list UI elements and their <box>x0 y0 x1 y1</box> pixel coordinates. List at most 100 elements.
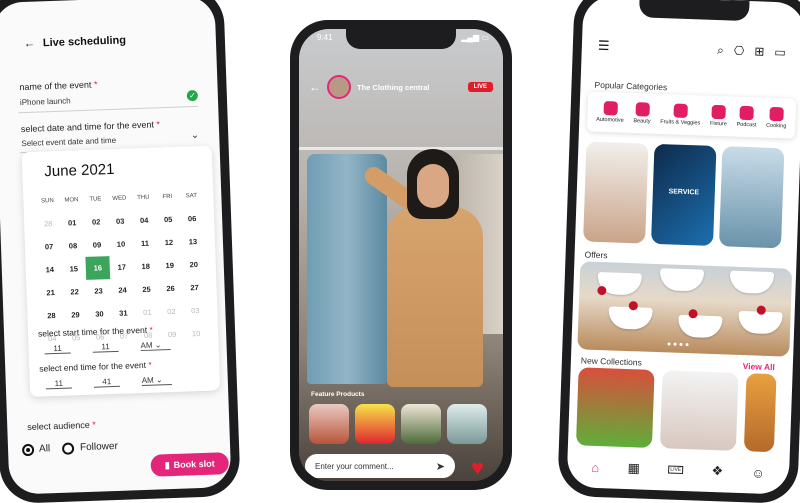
calendar-day[interactable]: 21 <box>38 281 63 305</box>
product-thumb[interactable] <box>447 404 487 444</box>
audience-all-label: All <box>38 443 51 455</box>
gift-icon[interactable]: ⎔ <box>734 43 745 58</box>
calendar-day[interactable]: 31 <box>111 301 136 325</box>
send-icon[interactable]: ➤ <box>436 460 445 473</box>
category-podcast[interactable]: Podcast <box>736 105 757 128</box>
weekday-label: SUN <box>40 197 54 204</box>
category-beauty[interactable]: Beauty <box>633 102 651 125</box>
calendar-day[interactable]: 10 <box>184 322 209 346</box>
live-nav-icon[interactable]: LIVE <box>668 465 684 475</box>
comment-input[interactable]: Enter your comment... ➤ <box>305 454 455 478</box>
weekday-label: WED <box>112 194 127 202</box>
calendar-day[interactable]: 05 <box>156 208 181 232</box>
store-name[interactable]: The Clothing central <box>357 83 462 92</box>
calendar-day[interactable]: 01 <box>135 300 160 324</box>
book-slot-button[interactable]: ▮ Book slot <box>150 452 230 477</box>
calendar-day[interactable]: 09 <box>85 233 110 257</box>
category-label: Fruits & Veggies <box>660 119 701 127</box>
calendar-day[interactable]: 19 <box>157 254 182 278</box>
product-thumb[interactable] <box>309 404 349 444</box>
calendar-day[interactable]: 17 <box>109 255 134 279</box>
category-cooking[interactable]: Cooking <box>766 106 787 129</box>
collections-list <box>575 367 777 453</box>
service-label: SERVICE <box>668 188 700 197</box>
calendar-day[interactable]: 22 <box>62 280 87 304</box>
view-all-link[interactable]: View All <box>743 361 775 372</box>
end-ampm-select[interactable]: AM ⌄ <box>141 375 172 387</box>
calendar-day[interactable]: 26 <box>158 277 183 301</box>
date-select[interactable]: Select event date and time <box>21 136 116 148</box>
calendar-day[interactable]: 02 <box>84 210 109 234</box>
heart-icon[interactable]: ♥ <box>471 457 484 479</box>
calendar-day[interactable]: 04 <box>132 208 157 232</box>
showcase-stage: ← Live scheduling name of the event * iP… <box>0 0 800 503</box>
menu-icon[interactable]: ☰ <box>598 38 610 54</box>
podcast-card[interactable] <box>718 146 785 249</box>
calendar-month: June 2021 <box>44 160 115 181</box>
end-minute-field[interactable]: 41 <box>93 376 120 388</box>
bowl <box>677 314 723 339</box>
beauty-card[interactable] <box>583 141 649 244</box>
gift-icon[interactable]: ❖ <box>711 463 723 479</box>
cart-icon[interactable]: ⊞ <box>754 44 765 59</box>
calendar-day[interactable]: 24 <box>110 278 135 302</box>
category-automotive[interactable]: Automotive <box>596 101 624 124</box>
calendar-day-selected[interactable]: 16 <box>85 256 111 280</box>
calendar-day[interactable]: 27 <box>182 276 207 300</box>
presenter-body <box>387 207 483 387</box>
category-fixture[interactable]: Fixture <box>710 104 728 127</box>
calendar-day[interactable]: 06 <box>180 207 205 231</box>
profile-icon[interactable]: ☺ <box>751 465 765 480</box>
event-name-input[interactable]: iPhone launch <box>20 96 71 107</box>
calendar-day[interactable]: 20 <box>181 253 206 277</box>
comment-placeholder: Enter your comment... <box>315 461 394 471</box>
weekday-label: MON <box>64 196 79 204</box>
audience-label: select audience * <box>27 419 97 433</box>
calendar-day[interactable]: 11 <box>133 231 158 255</box>
calendar-day[interactable]: 07 <box>37 235 62 259</box>
grid-icon[interactable]: ▦ <box>627 460 640 476</box>
calendar-day[interactable]: 10 <box>109 232 134 256</box>
product-thumb[interactable] <box>401 404 441 444</box>
calendar-day[interactable]: 25 <box>134 277 159 301</box>
service-card[interactable]: SERVICE <box>651 143 717 246</box>
calendar-day[interactable]: 03 <box>108 209 133 233</box>
collection-item[interactable] <box>575 367 655 448</box>
offers-label: Offers <box>584 249 608 261</box>
calendar-day[interactable]: 03 <box>183 299 208 323</box>
calendar-day[interactable]: 29 <box>63 303 88 327</box>
chevron-down-icon[interactable]: ⌄ <box>191 130 200 141</box>
search-icon[interactable]: ⌕ <box>717 42 724 57</box>
podcast-icon <box>739 105 755 121</box>
calendar-day[interactable]: 13 <box>181 230 206 254</box>
date-label: select date and time for the event * <box>20 119 161 135</box>
calendar-day[interactable]: 12 <box>157 231 182 255</box>
store-avatar[interactable] <box>327 75 351 99</box>
calendar-day[interactable]: 01 <box>60 211 85 235</box>
calendar-day[interactable]: 30 <box>87 302 112 326</box>
home-icon[interactable]: ⌂ <box>591 459 599 474</box>
audience-follower-radio[interactable] <box>61 442 75 455</box>
start-hour-field[interactable]: 11 <box>44 343 71 355</box>
collection-item[interactable] <box>659 370 739 451</box>
calendar-day[interactable]: 23 <box>86 279 111 303</box>
calendar-day[interactable]: 28 <box>39 304 64 328</box>
calendar-day[interactable]: 15 <box>61 257 86 281</box>
calendar-day[interactable]: 08 <box>61 234 86 258</box>
calendar-day[interactable]: 02 <box>159 300 184 324</box>
start-minute-field[interactable]: 11 <box>92 341 119 353</box>
calendar-day[interactable]: 28 <box>36 212 61 236</box>
audience-all-radio[interactable] <box>21 443 35 457</box>
chat-icon[interactable]: ▭ <box>774 44 786 59</box>
back-arrow-icon[interactable]: ← <box>24 38 35 50</box>
calendar-day[interactable]: 18 <box>133 254 158 278</box>
back-arrow-icon[interactable]: ← <box>309 80 321 94</box>
tools-icon <box>711 104 727 120</box>
calendar-day[interactable]: 14 <box>37 258 62 282</box>
end-hour-field[interactable]: 11 <box>45 378 72 390</box>
category-fruits[interactable]: Fruits & Veggies <box>660 103 701 126</box>
phone-live-stream: 9:41 ▂▄▆ ▭ ← The Clothing central LIVE F… <box>290 20 512 490</box>
collection-item[interactable] <box>743 373 777 453</box>
product-thumb[interactable] <box>355 404 395 444</box>
start-ampm-select[interactable]: AM ⌄ <box>140 340 171 352</box>
